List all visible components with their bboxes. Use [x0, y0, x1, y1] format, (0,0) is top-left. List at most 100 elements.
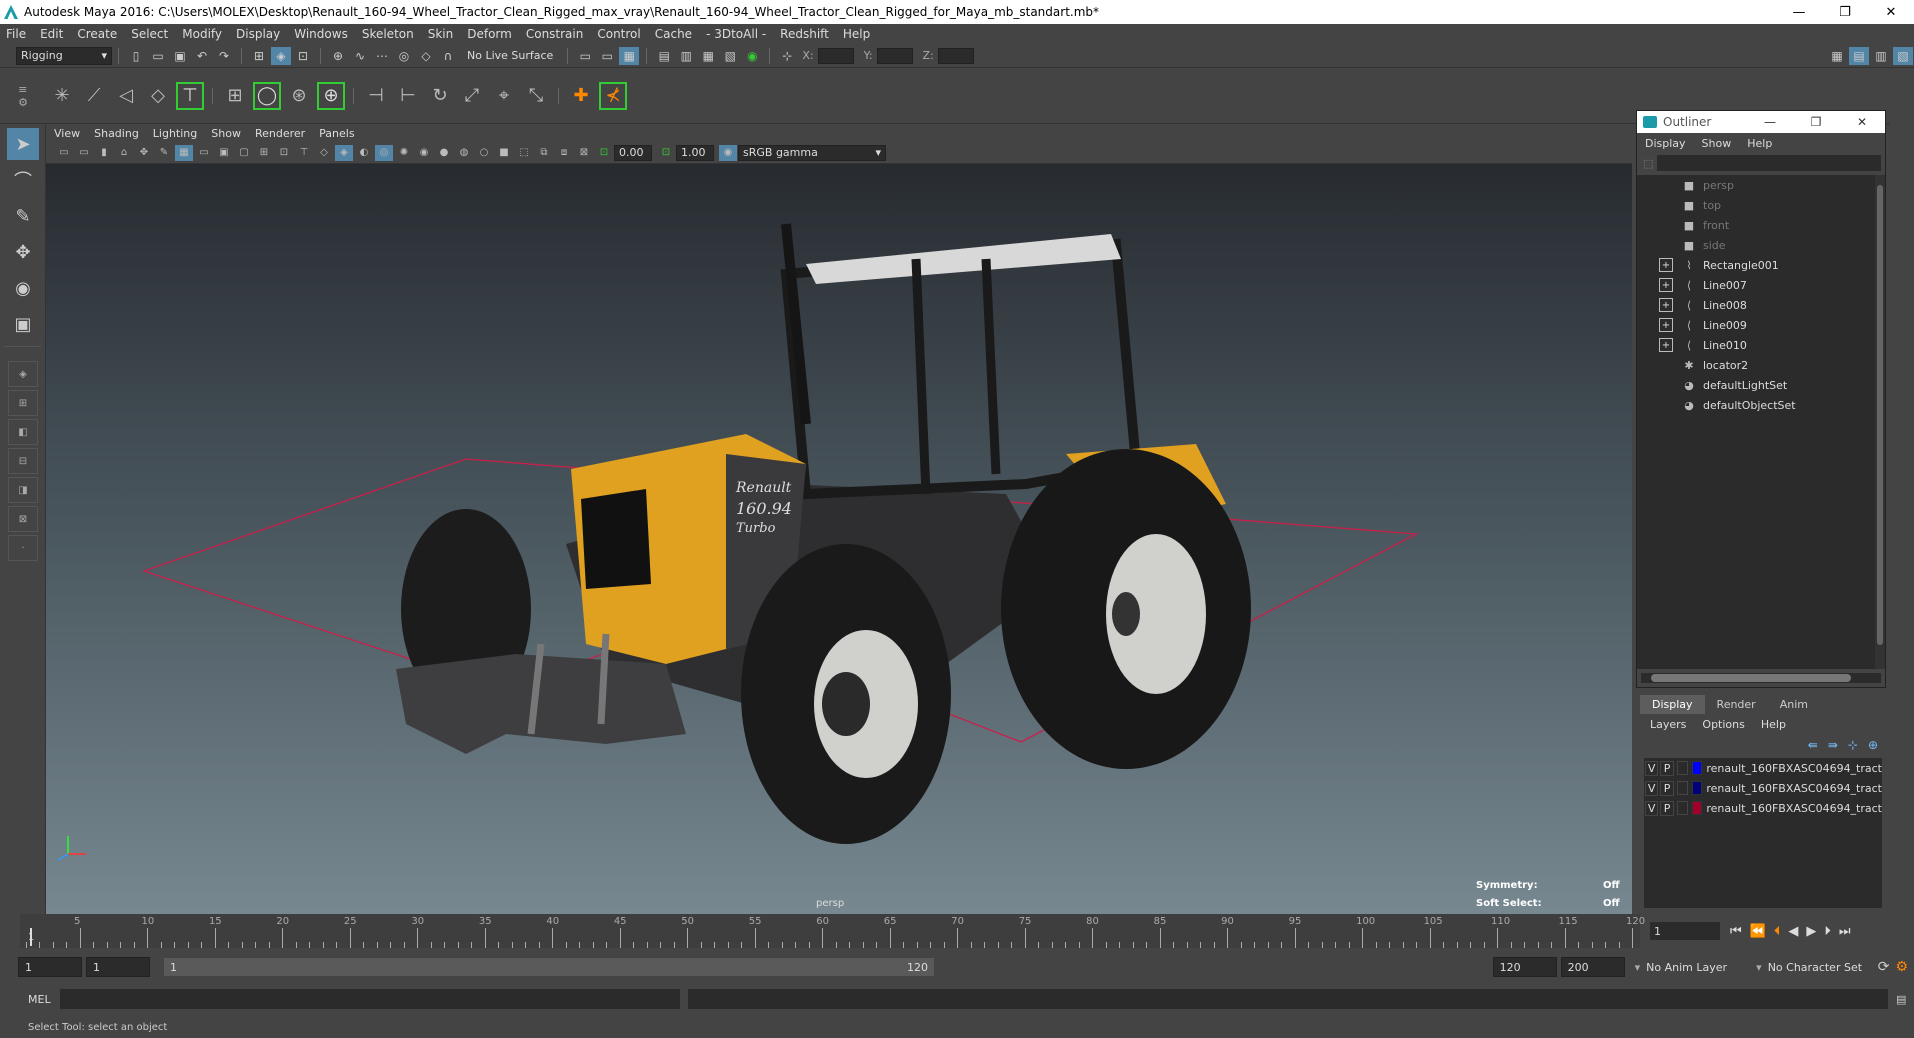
restore-button[interactable]: ❐	[1822, 0, 1868, 24]
film-gate-icon[interactable]: ▭	[195, 145, 213, 161]
locator-tool-icon[interactable]: ✚	[567, 82, 595, 110]
filter-icon[interactable]: ⬚	[1643, 157, 1653, 170]
3d-scene[interactable]: Renault 160.94 Turbo persp Symmetry: Off	[46, 164, 1632, 914]
y-field[interactable]	[876, 47, 913, 64]
step-back-key-icon[interactable]: ⏴	[1774, 924, 1781, 939]
visibility-toggle[interactable]: V	[1645, 800, 1659, 816]
step-forward-key-icon[interactable]: ⏵	[1824, 924, 1831, 939]
playback-end-field[interactable]: 120	[1492, 957, 1557, 977]
joint-tool-icon[interactable]: ✳	[48, 82, 76, 110]
2d-pan-zoom-icon[interactable]: ✥	[135, 145, 153, 161]
gamma-icon[interactable]: ⊡	[657, 145, 675, 161]
layer-row[interactable]: V P renault_160FBXASC04694_tract	[1644, 758, 1882, 778]
outliner-item-line007[interactable]: + ⟨ Line007	[1637, 275, 1885, 295]
hypershade-icon[interactable]: ◉	[742, 47, 762, 65]
view-transform-dropdown[interactable]: sRGB gamma ▾	[738, 144, 886, 161]
four-view-layout-icon[interactable]: ⊞	[8, 390, 38, 416]
outliner-horizontal-scrollbar[interactable]	[1641, 673, 1881, 683]
outliner-close-button[interactable]: ✕	[1839, 115, 1885, 129]
go-to-start-icon[interactable]: ⏮	[1730, 924, 1742, 939]
render-frame-icon[interactable]: ▥	[676, 47, 696, 65]
outliner-maximize-button[interactable]: ❐	[1793, 115, 1839, 129]
select-tool-icon[interactable]: ➤	[7, 128, 39, 160]
visibility-toggle[interactable]: V	[1645, 760, 1659, 776]
screen-ambient-occlusion-icon[interactable]: ◍	[455, 145, 473, 161]
xray-joints-icon[interactable]: ⧈	[555, 145, 573, 161]
menu-skin[interactable]: Skin	[428, 27, 454, 41]
blendshape-icon[interactable]: ⊕	[317, 81, 345, 110]
orient-constraint-icon[interactable]: ↻	[426, 82, 454, 110]
expand-icon[interactable]: +	[1659, 278, 1673, 292]
input-ops-icon[interactable]: ▭	[575, 47, 595, 65]
menu-file[interactable]: File	[6, 27, 26, 41]
bookmark-icon[interactable]: ▮	[95, 145, 113, 161]
character-set-dropdown[interactable]: No Character Set	[1768, 961, 1878, 974]
output-ops-icon[interactable]: ▭	[597, 47, 617, 65]
gamma-field[interactable]: 1.00	[676, 144, 714, 161]
playback-toggle[interactable]: P	[1660, 760, 1674, 776]
outliner-item-front[interactable]: ■ front	[1637, 215, 1885, 235]
outliner-search-input[interactable]	[1657, 155, 1881, 171]
script-editor-icon[interactable]: ▤	[1896, 993, 1906, 1006]
expand-icon[interactable]: +	[1659, 258, 1673, 272]
layer-color-swatch[interactable]	[1691, 801, 1703, 815]
layer-list[interactable]: V P renault_160FBXASC04694_tract V P ren…	[1644, 758, 1882, 908]
tab-display[interactable]: Display	[1640, 695, 1705, 714]
menu-set-dropdown[interactable]: Rigging ▾	[16, 46, 112, 65]
exposure-field[interactable]: 0.00	[614, 144, 652, 161]
paint-select-icon[interactable]: ✎	[7, 200, 39, 232]
select-camera-icon[interactable]: ▭	[55, 145, 73, 161]
aim-constraint-icon[interactable]: ⊢	[394, 82, 422, 110]
menu-select[interactable]: Select	[131, 27, 168, 41]
vp-menu-shading[interactable]: Shading	[94, 127, 139, 140]
cab-roof[interactable]	[806, 234, 1121, 284]
playback-toggle[interactable]: P	[1660, 780, 1674, 796]
scale-constraint-icon[interactable]: ⤢	[458, 82, 486, 110]
menu-redshift[interactable]: Redshift	[780, 27, 829, 41]
vp-menu-panels[interactable]: Panels	[319, 127, 354, 140]
xray-components-icon[interactable]: ⊠	[575, 145, 593, 161]
select-object-icon[interactable]: ◈	[271, 46, 291, 65]
outliner-item-locator2[interactable]: ✱ locator2	[1637, 355, 1885, 375]
single-perspective-layout-icon[interactable]: ◈	[8, 361, 38, 387]
wireframe-icon[interactable]: ◇	[315, 145, 333, 161]
channel-box-strip[interactable]	[1890, 68, 1914, 914]
playback-toggle[interactable]: P	[1660, 800, 1674, 816]
menu-deform[interactable]: Deform	[467, 27, 512, 41]
animation-start-field[interactable]: 1	[18, 957, 82, 977]
tractor-grille[interactable]	[581, 489, 651, 589]
animation-prefs-icon[interactable]: ⚙	[1895, 959, 1908, 975]
outliner-item-line010[interactable]: + ⟨ Line010	[1637, 335, 1885, 355]
time-slider[interactable]: 5 10 15 20 25 30 35 40 45 50 55 60 65 70 75 80 85 90 95 100…	[20, 914, 1645, 948]
shelf-menu-icon[interactable]: ≡ ⚙	[0, 68, 46, 124]
play-backward-icon[interactable]: ◀	[1788, 924, 1798, 939]
command-input[interactable]	[60, 989, 680, 1009]
wireframe-on-shaded-icon[interactable]: ◎	[375, 144, 393, 161]
ipr-render-icon[interactable]: ▦	[698, 47, 718, 65]
animation-end-field[interactable]: 200	[1560, 957, 1625, 977]
grease-pencil-icon[interactable]: ✎	[155, 145, 173, 161]
ik-handle-icon[interactable]: ⟋	[80, 82, 108, 110]
layout-menu-icon[interactable]: ·	[8, 535, 38, 561]
new-empty-layer-icon[interactable]: ⊹	[1848, 738, 1858, 752]
safe-action-icon[interactable]: ⊡	[275, 145, 293, 161]
current-frame-field[interactable]: 1	[1650, 922, 1720, 940]
menu-modify[interactable]: Modify	[182, 27, 222, 41]
snap-grid-icon[interactable]: ⊕	[328, 47, 348, 65]
outliner-item-rectangle001[interactable]: + ⌇ Rectangle001	[1637, 255, 1885, 275]
field-chart-icon[interactable]: ⊞	[255, 145, 273, 161]
transform-mode-icon[interactable]: ⊹	[777, 47, 797, 65]
channel-box-icon[interactable]: ▧	[1893, 46, 1913, 65]
lasso-tool-icon[interactable]: ⌒	[7, 164, 39, 196]
parent-constraint-icon[interactable]: ⌖	[490, 82, 518, 110]
pole-vector-icon[interactable]: ⤡	[522, 82, 550, 110]
persp-graph-layout-icon[interactable]: ⊟	[8, 448, 38, 474]
range-slider-end[interactable]: 120	[907, 961, 928, 974]
new-layer-from-selection-icon[interactable]: ⊕	[1868, 738, 1878, 752]
range-slider-start[interactable]: 1	[170, 961, 177, 974]
script-language-label[interactable]: MEL	[0, 993, 60, 1006]
live-surface-label[interactable]: No Live Surface	[467, 49, 553, 62]
vp-menu-view[interactable]: View	[54, 127, 80, 140]
step-back-frame-icon[interactable]: ⏪	[1750, 924, 1766, 939]
minimize-button[interactable]: —	[1776, 0, 1822, 24]
